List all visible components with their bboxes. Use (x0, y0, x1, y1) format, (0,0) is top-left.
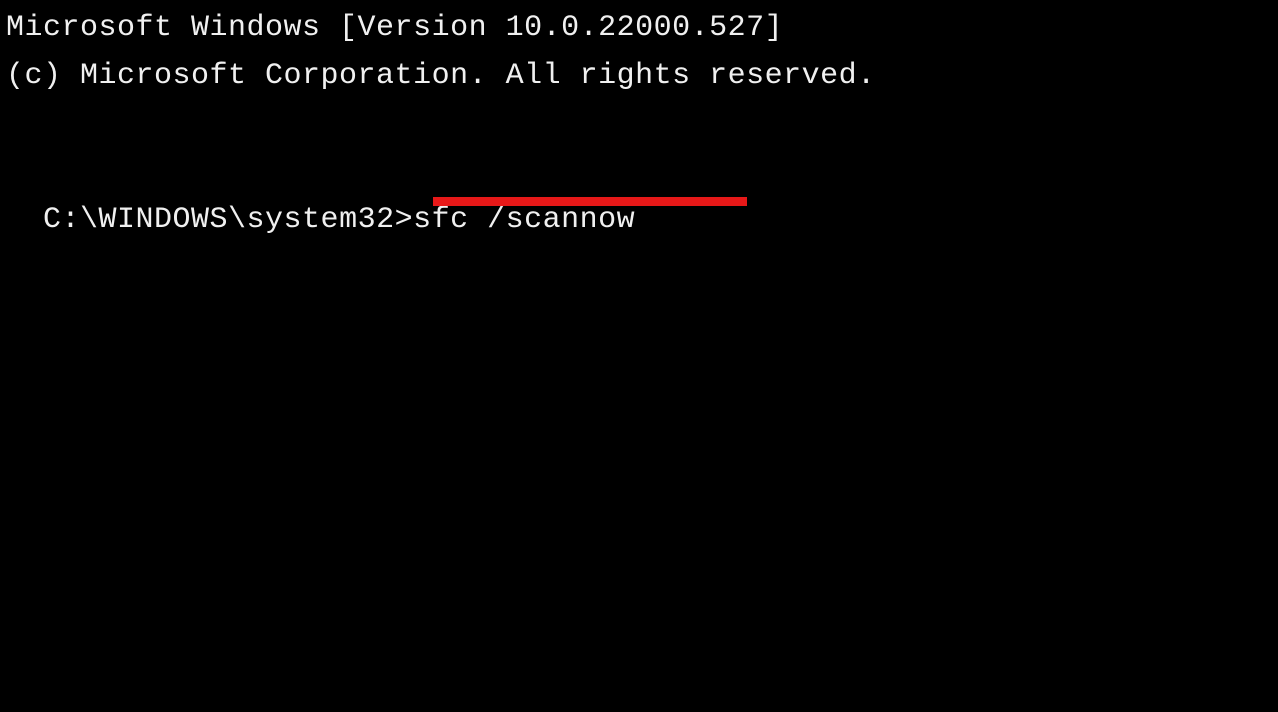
copyright-line: (c) Microsoft Corporation. All rights re… (6, 52, 1272, 100)
red-underline-annotation (433, 197, 747, 206)
prompt-path: C:\WINDOWS\system32> (43, 203, 413, 237)
command-input[interactable]: sfc /scannow (413, 203, 635, 237)
command-prompt-line[interactable]: C:\WINDOWS\system32>sfc /scannow (6, 148, 635, 292)
version-line: Microsoft Windows [Version 10.0.22000.52… (6, 4, 1272, 52)
blank-line (6, 100, 1272, 148)
